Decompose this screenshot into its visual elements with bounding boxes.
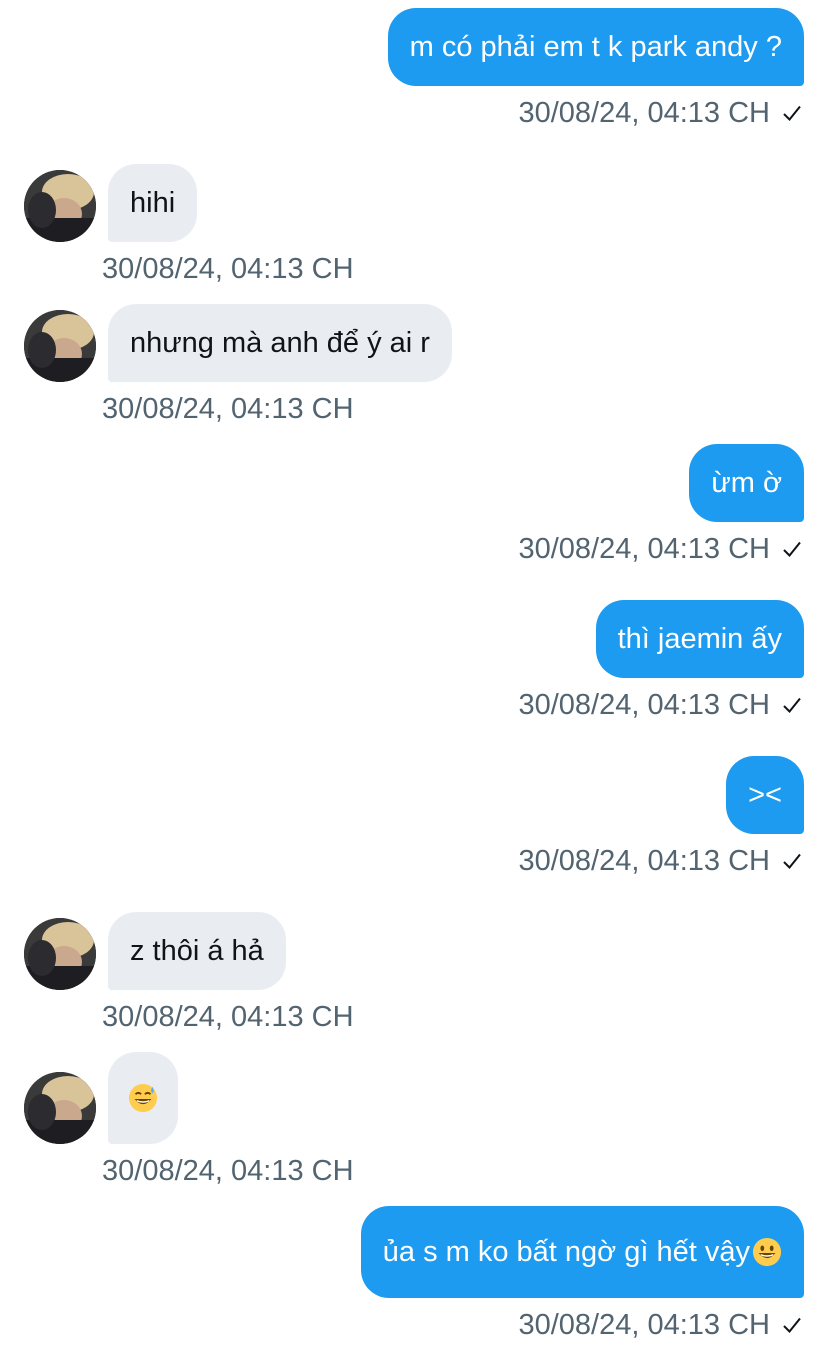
message-text: nhưng mà anh để ý ai r bbox=[130, 327, 430, 359]
timestamp: 30/08/24, 04:13 CH bbox=[518, 689, 770, 721]
message-text: thì jaemin ấy bbox=[617, 623, 782, 655]
avatar[interactable] bbox=[24, 918, 96, 990]
check-icon bbox=[783, 697, 801, 713]
message-text: z thôi á hả bbox=[130, 935, 264, 967]
grinning-emoji bbox=[752, 1237, 782, 1267]
message-text: ừm ờ bbox=[711, 467, 782, 499]
message-meta: 30/08/24, 04:13 CH bbox=[102, 252, 354, 286]
message-meta: 30/08/24, 04:13 CH bbox=[102, 1000, 354, 1034]
message-bubble[interactable]: thì jaemin ấy bbox=[595, 600, 804, 678]
check-icon bbox=[783, 1317, 801, 1333]
message-text: >< bbox=[748, 779, 782, 811]
timestamp: 30/08/24, 04:13 CH bbox=[102, 253, 354, 285]
message-meta: 30/08/24, 04:13 CH bbox=[102, 1154, 354, 1188]
avatar[interactable] bbox=[24, 170, 96, 242]
message-text: ủa s m ko bất ngờ gì hết vậy bbox=[382, 1236, 750, 1268]
message-bubble[interactable]: >< bbox=[726, 756, 804, 834]
timestamp: 30/08/24, 04:13 CH bbox=[102, 1001, 354, 1033]
message-bubble[interactable]: ừm ờ bbox=[689, 444, 804, 522]
avatar[interactable] bbox=[24, 1072, 96, 1144]
message-bubble[interactable]: hihi bbox=[108, 164, 198, 242]
message-meta: 30/08/24, 04:13 CH bbox=[518, 532, 804, 566]
conversation-thread: m có phải em t k park andy ? 30/08/24, 0… bbox=[0, 0, 828, 1357]
message-meta: 30/08/24, 04:13 CH bbox=[102, 392, 354, 426]
grinning-sweat-emoji bbox=[128, 1083, 158, 1113]
timestamp: 30/08/24, 04:13 CH bbox=[518, 97, 770, 129]
timestamp: 30/08/24, 04:13 CH bbox=[102, 1155, 354, 1187]
message-meta: 30/08/24, 04:13 CH bbox=[518, 844, 804, 878]
message-meta: 30/08/24, 04:13 CH bbox=[518, 96, 804, 130]
message-bubble[interactable] bbox=[108, 1052, 178, 1144]
message-meta: 30/08/24, 04:13 CH bbox=[518, 688, 804, 722]
message-bubble[interactable]: z thôi á hả bbox=[108, 912, 286, 990]
timestamp: 30/08/24, 04:13 CH bbox=[518, 1309, 770, 1341]
message-text: m có phải em t k park andy ? bbox=[409, 31, 782, 63]
timestamp: 30/08/24, 04:13 CH bbox=[102, 393, 354, 425]
message-text: hihi bbox=[130, 187, 176, 219]
check-icon bbox=[783, 105, 801, 121]
message-bubble[interactable]: ủa s m ko bất ngờ gì hết vậy bbox=[360, 1206, 804, 1298]
check-icon bbox=[783, 853, 801, 869]
check-icon bbox=[783, 541, 801, 557]
timestamp: 30/08/24, 04:13 CH bbox=[518, 845, 770, 877]
message-bubble[interactable]: m có phải em t k park andy ? bbox=[387, 8, 804, 86]
message-bubble[interactable]: nhưng mà anh để ý ai r bbox=[108, 304, 452, 382]
timestamp: 30/08/24, 04:13 CH bbox=[518, 533, 770, 565]
avatar[interactable] bbox=[24, 310, 96, 382]
message-meta: 30/08/24, 04:13 CH bbox=[518, 1308, 804, 1342]
